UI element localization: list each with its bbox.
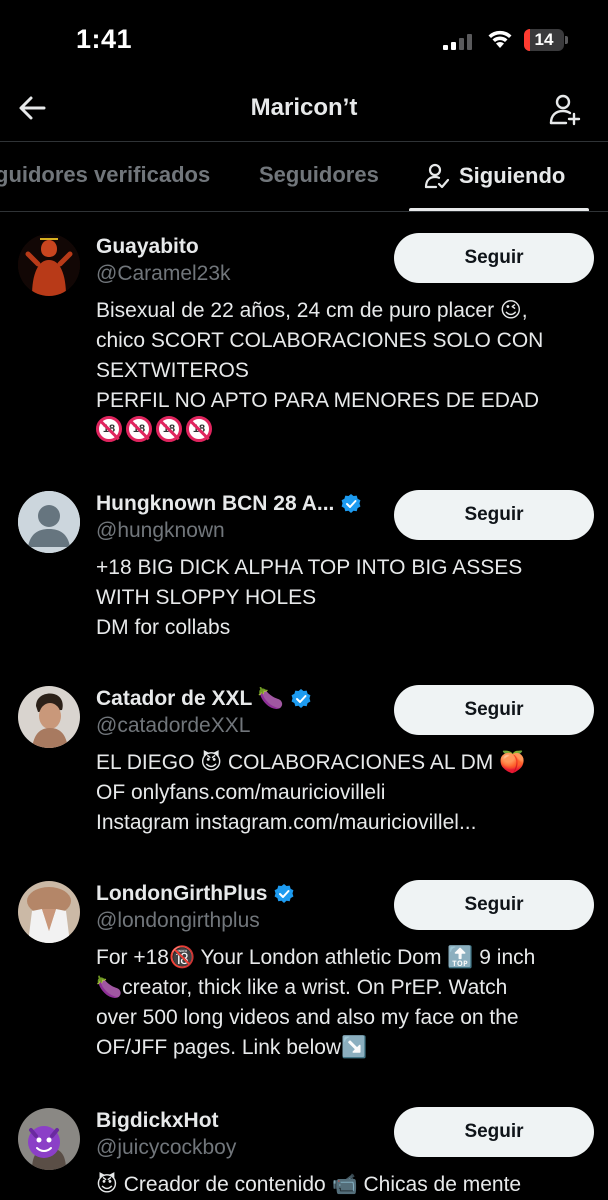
list-item[interactable]: Hungknown BCN 28 A... @hungknown Seguir … bbox=[0, 489, 608, 659]
user-name-line: Hungknown BCN 28 A... bbox=[96, 489, 386, 519]
follow-button[interactable]: Seguir bbox=[394, 880, 594, 930]
follow-button[interactable]: Seguir bbox=[394, 1107, 594, 1157]
avatar[interactable] bbox=[18, 686, 80, 748]
default-avatar-icon bbox=[18, 491, 80, 553]
list-item[interactable]: LondonGirthPlus @londongirthplus Seguir … bbox=[0, 879, 608, 1084]
add-user-button[interactable] bbox=[546, 90, 584, 128]
list-item[interactable]: BigdickxHot @juicycockboy Seguir 😈 Cread… bbox=[0, 1106, 608, 1200]
cellular-signal-icon bbox=[443, 34, 472, 50]
user-handle: @hungknown bbox=[96, 519, 225, 542]
avatar-image bbox=[18, 1108, 80, 1170]
no-under-18-badges: 18 18 18 18 bbox=[96, 416, 216, 442]
battery-indicator: 14 bbox=[524, 29, 568, 51]
user-name-line: Catador de XXL 🍆 bbox=[96, 684, 386, 714]
add-user-icon bbox=[549, 94, 581, 126]
verified-badge-icon bbox=[291, 689, 311, 708]
user-check-icon bbox=[424, 163, 450, 189]
user-handle: @juicycockboy bbox=[96, 1136, 237, 1159]
user-bio: +18 BIG DICK ALPHA TOP INTO BIG ASSES WI… bbox=[96, 556, 523, 639]
avatar-image bbox=[18, 881, 80, 943]
list-item[interactable]: Catador de XXL 🍆 @catadordeXXL Seguir EL… bbox=[0, 684, 608, 859]
avatar[interactable] bbox=[18, 234, 80, 296]
wifi-icon bbox=[488, 30, 512, 48]
header: Maricon’t bbox=[0, 80, 608, 142]
status-time: 1:41 bbox=[76, 24, 133, 54]
list-item[interactable]: Guayabito @Caramel23k Seguir Bisexual de… bbox=[0, 232, 608, 462]
avatar-image bbox=[18, 234, 80, 296]
verified-badge-icon bbox=[342, 494, 361, 513]
user-bio: EL DIEGO 😈 COLABORACIONES AL DM 🍑 OF onl… bbox=[96, 751, 526, 834]
follow-button[interactable]: Seguir bbox=[394, 685, 594, 735]
verified-badge-icon bbox=[275, 884, 294, 903]
tab-followers[interactable]: Seguidores bbox=[259, 162, 379, 188]
user-name[interactable]: Guayabito bbox=[96, 235, 199, 259]
user-name-line: Guayabito bbox=[96, 232, 386, 262]
user-bio: Bisexual de 22 años, 24 cm de puro place… bbox=[96, 299, 544, 412]
user-handle: @Caramel23k bbox=[96, 262, 231, 285]
user-bio: 😈 Creador de contenido 📹 Chicas de mente bbox=[96, 1173, 522, 1196]
avatar[interactable] bbox=[18, 1108, 80, 1170]
user-name-line: LondonGirthPlus bbox=[96, 879, 386, 909]
user-list: Guayabito @Caramel23k Seguir Bisexual de… bbox=[0, 212, 608, 1200]
user-name[interactable]: BigdickxHot bbox=[96, 1109, 219, 1133]
user-name[interactable]: Catador de XXL 🍆 bbox=[96, 687, 284, 711]
follow-button[interactable]: Seguir bbox=[394, 233, 594, 283]
battery-percent: 14 bbox=[534, 30, 554, 49]
tab-following[interactable]: Siguiendo bbox=[423, 162, 565, 190]
avatar-image bbox=[18, 686, 80, 748]
user-name[interactable]: Hungknown BCN 28 A... bbox=[96, 492, 334, 516]
avatar[interactable] bbox=[18, 491, 80, 553]
user-handle: @londongirthplus bbox=[96, 909, 260, 932]
tab-verified-followers[interactable]: guidores verificados bbox=[0, 162, 210, 188]
tab-bar: guidores verificados Seguidores Siguiend… bbox=[0, 142, 608, 212]
user-name-line: BigdickxHot bbox=[96, 1106, 386, 1136]
no-under-18-icon: 18 bbox=[186, 416, 212, 442]
no-under-18-icon: 18 bbox=[156, 416, 182, 442]
avatar[interactable] bbox=[18, 881, 80, 943]
user-bio: For +18🔞 Your London athletic Dom 🔝 9 in… bbox=[96, 946, 536, 1059]
follow-button[interactable]: Seguir bbox=[394, 490, 594, 540]
user-handle: @catadordeXXL bbox=[96, 714, 251, 737]
user-name[interactable]: LondonGirthPlus bbox=[96, 882, 267, 906]
tab-following-label: Siguiendo bbox=[459, 163, 566, 188]
status-bar: 1:41 14 bbox=[0, 0, 608, 80]
page-title: Maricon’t bbox=[250, 94, 358, 121]
no-under-18-icon: 18 bbox=[126, 416, 152, 442]
no-under-18-icon: 18 bbox=[96, 416, 122, 442]
